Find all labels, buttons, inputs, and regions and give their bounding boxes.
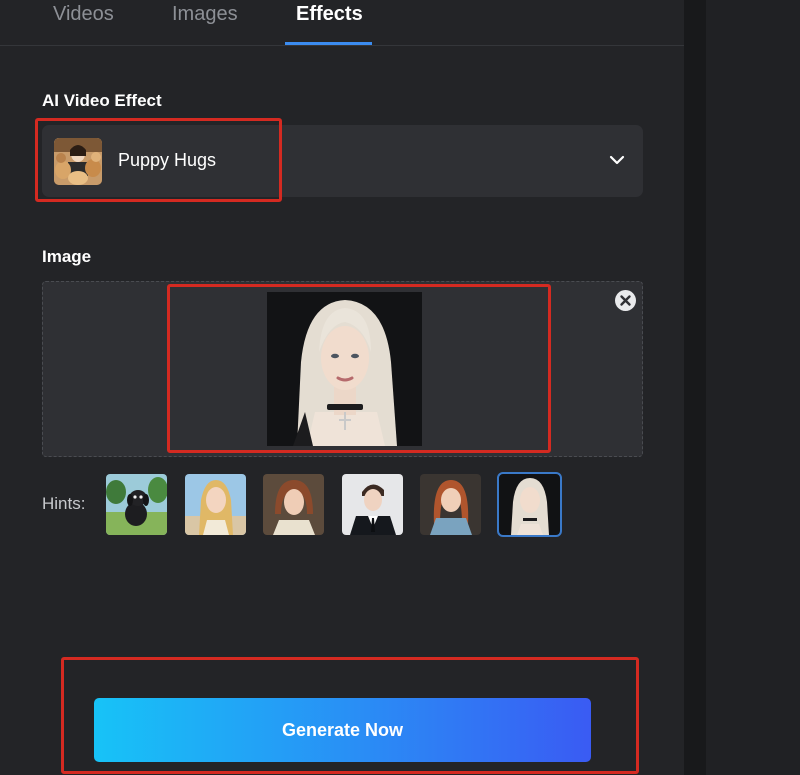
tab-videos[interactable]: Videos bbox=[53, 3, 114, 26]
image-label: Image bbox=[42, 247, 92, 266]
uploaded-image bbox=[267, 292, 422, 446]
hints-label: Hints: bbox=[42, 494, 86, 513]
panel-divider bbox=[684, 0, 706, 775]
hint-black-puppy[interactable] bbox=[106, 474, 167, 535]
preview-area bbox=[706, 0, 800, 775]
active-tab-indicator bbox=[285, 42, 372, 45]
tab-effects[interactable]: Effects bbox=[296, 3, 363, 26]
hint-auburn-woman[interactable] bbox=[263, 474, 324, 535]
effects-panel: Videos Images Effects AI Video Effect Pu… bbox=[0, 0, 684, 775]
hint-blonde-woman[interactable] bbox=[497, 472, 562, 537]
generate-now-button[interactable]: Generate Now bbox=[94, 698, 591, 762]
blonde-girl-thumbnail-icon bbox=[185, 474, 246, 535]
young-man-suit-thumbnail-icon bbox=[342, 474, 403, 535]
hint-red-haired-woman[interactable] bbox=[420, 474, 481, 535]
hint-young-man[interactable] bbox=[342, 474, 403, 535]
image-upload-area[interactable] bbox=[42, 281, 643, 457]
auburn-woman-thumbnail-icon bbox=[263, 474, 324, 535]
effect-dropdown[interactable]: Puppy Hugs bbox=[42, 125, 643, 197]
ai-video-effect-label: AI Video Effect bbox=[42, 91, 162, 110]
blonde-woman-thumbnail-icon bbox=[499, 474, 560, 535]
tab-images[interactable]: Images bbox=[172, 3, 238, 26]
tab-bar: Videos Images Effects bbox=[0, 0, 684, 46]
puppy-hugs-thumbnail-icon bbox=[54, 138, 102, 185]
red-haired-woman-thumbnail-icon bbox=[420, 474, 481, 535]
chevron-down-icon[interactable] bbox=[609, 152, 625, 168]
black-puppy-thumbnail-icon bbox=[106, 474, 167, 535]
close-icon[interactable] bbox=[615, 290, 636, 311]
selected-effect: Puppy Hugs bbox=[118, 150, 217, 170]
hint-blonde-girl[interactable] bbox=[185, 474, 246, 535]
